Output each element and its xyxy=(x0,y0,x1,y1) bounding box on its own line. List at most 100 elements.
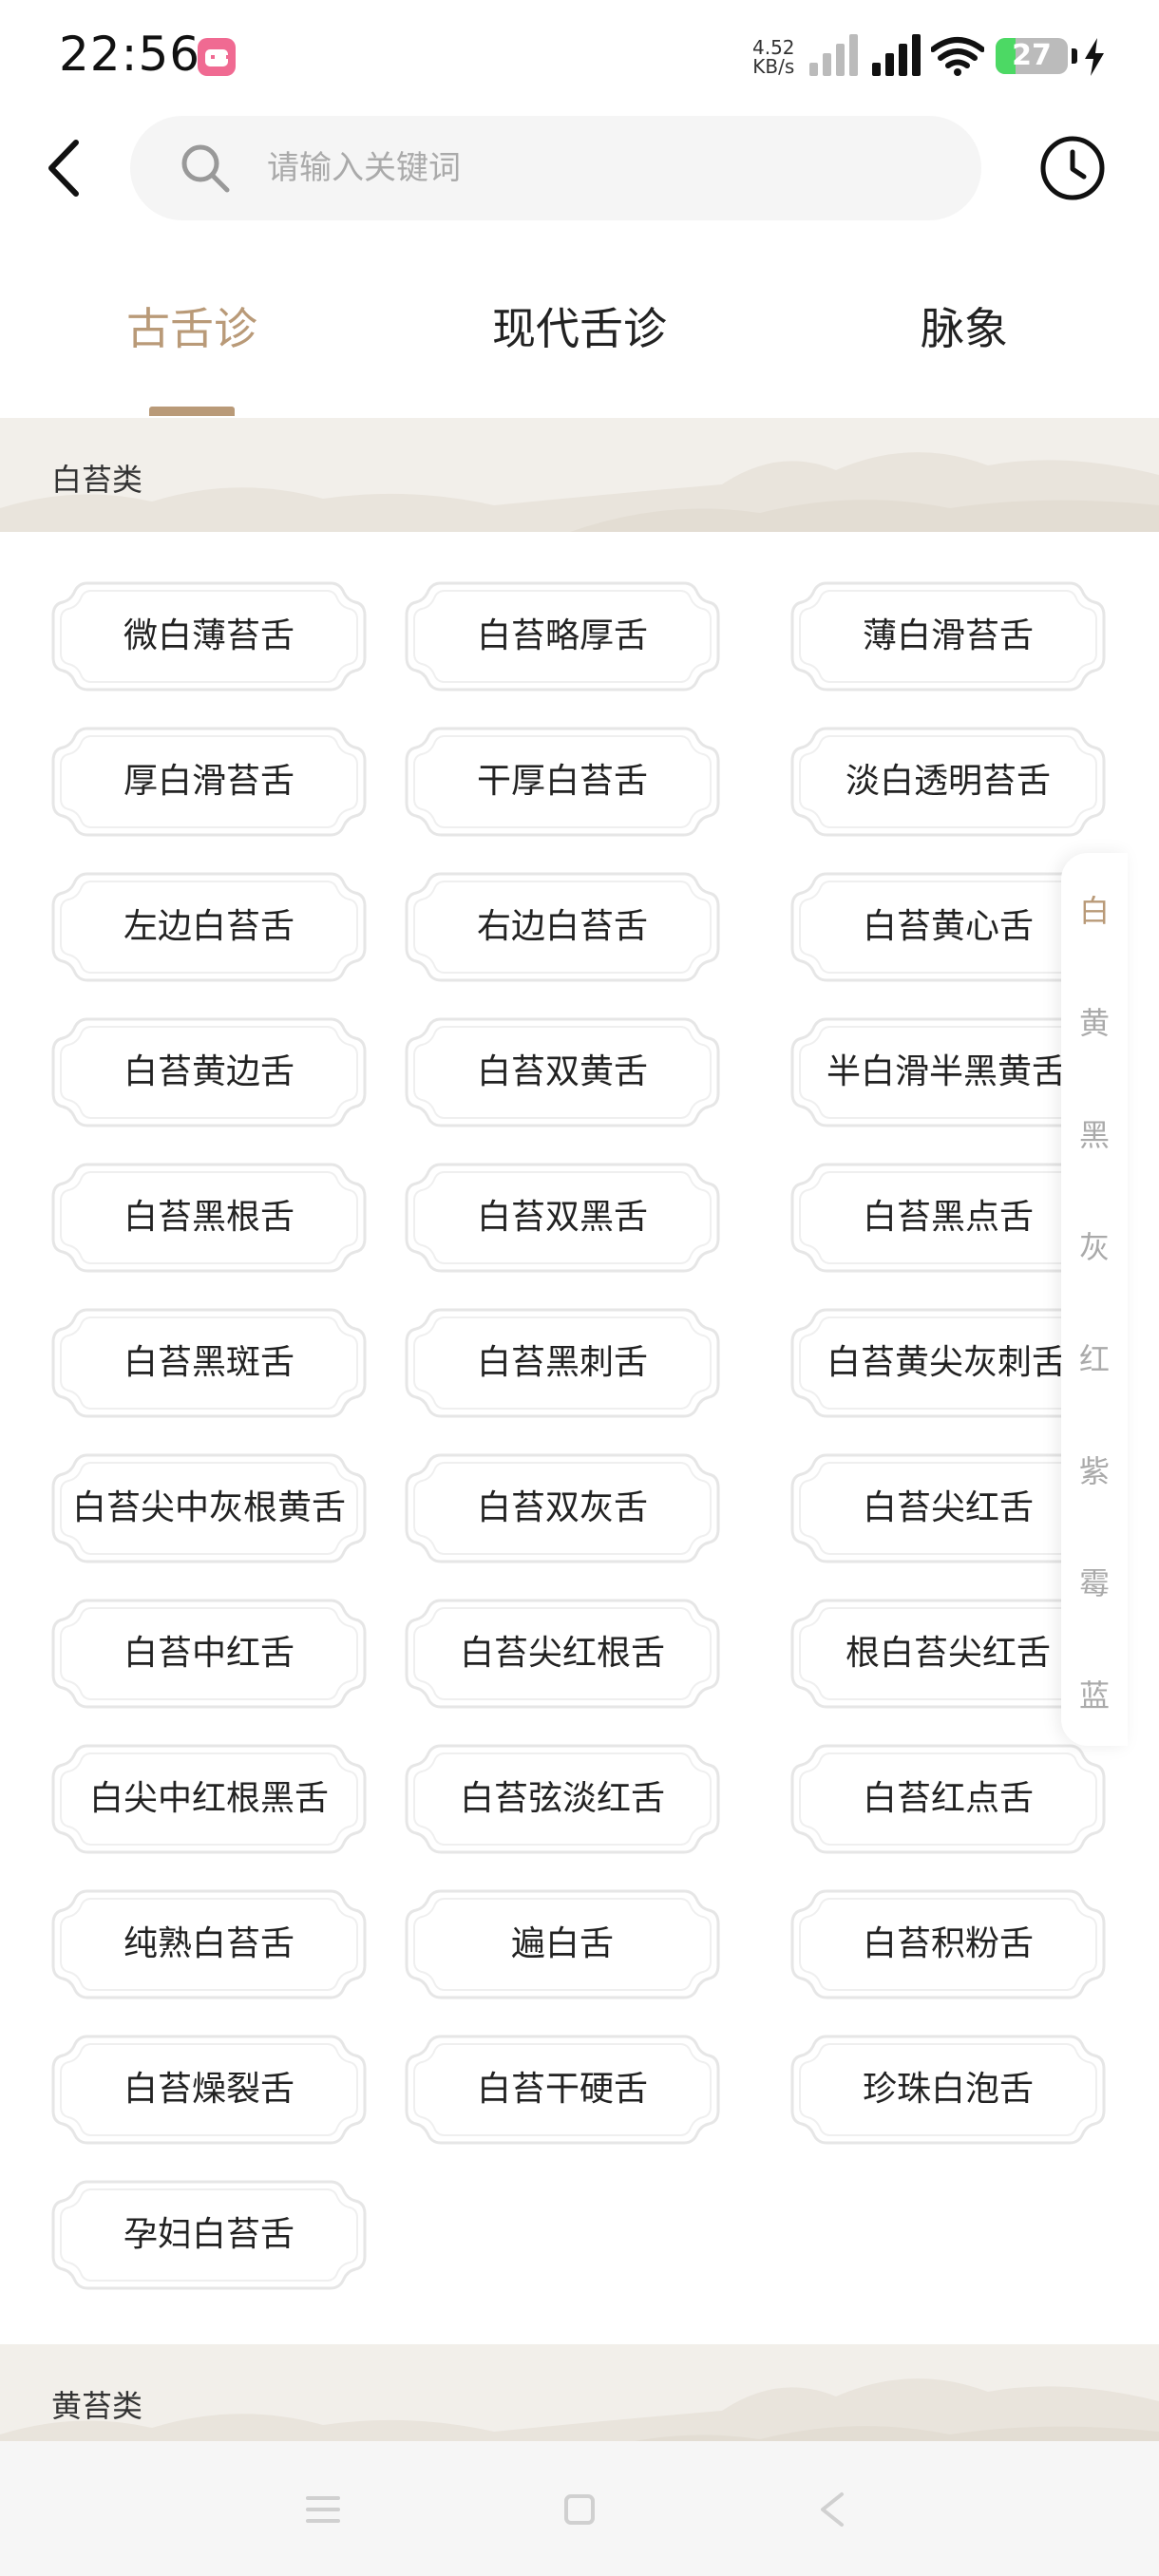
search-box[interactable] xyxy=(130,116,981,220)
status-time: 22:56 xyxy=(59,27,201,82)
tag-item[interactable]: 左边白苔舌 xyxy=(49,870,369,984)
tag-label: 薄白滑苔舌 xyxy=(862,616,1034,655)
battery-level: 27 xyxy=(1012,39,1052,72)
index-item-blue[interactable]: 蓝 xyxy=(1061,1672,1128,1715)
tag-label: 白苔积粉舌 xyxy=(862,1924,1034,1963)
battery-icon: 27 xyxy=(996,38,1068,74)
battery-cap xyxy=(1072,48,1077,64)
tag-item[interactable]: 白苔双灰舌 xyxy=(403,1451,722,1565)
tag-label: 白苔干硬舌 xyxy=(476,2070,648,2109)
net-speed-unit: KB/s xyxy=(752,55,795,78)
tag-item[interactable]: 白苔略厚舌 xyxy=(403,579,722,693)
tag-label: 珍珠白泡舌 xyxy=(862,2070,1034,2109)
tag-item[interactable]: 白苔干硬舌 xyxy=(403,2033,722,2147)
index-item-purple[interactable]: 紫 xyxy=(1061,1448,1128,1491)
tag-label: 白尖中红根黑舌 xyxy=(88,1779,329,1818)
search-input[interactable] xyxy=(267,116,932,220)
tag-item[interactable]: 珍珠白泡舌 xyxy=(788,2033,1108,2147)
tag-item[interactable]: 白苔弦淡红舌 xyxy=(403,1742,722,1856)
tag-item[interactable]: 淡白透明苔舌 xyxy=(788,725,1108,839)
tag-label: 白苔双黑舌 xyxy=(476,1198,648,1237)
index-item-black[interactable]: 黑 xyxy=(1061,1111,1128,1155)
tag-item[interactable]: 白苔双黄舌 xyxy=(403,1015,722,1129)
tag-item[interactable]: 白苔黄心舌 xyxy=(788,870,1108,984)
tag-label: 白苔中红舌 xyxy=(123,1634,294,1673)
index-item-red[interactable]: 红 xyxy=(1061,1335,1128,1379)
tag-item[interactable]: 白苔燥裂舌 xyxy=(49,2033,369,2147)
tag-item[interactable]: 遍白舌 xyxy=(403,1887,722,2001)
tag-item[interactable]: 根白苔尖红舌 xyxy=(788,1597,1108,1711)
tag-item[interactable]: 微白薄苔舌 xyxy=(49,579,369,693)
tag-item[interactable]: 右边白苔舌 xyxy=(403,870,722,984)
back-triangle-icon[interactable] xyxy=(804,2483,861,2536)
section-header-white-coating: 白苔类 xyxy=(0,418,1159,532)
tag-item[interactable]: 白苔黑斑舌 xyxy=(49,1306,369,1420)
category-index: 白 黄 黑 灰 红 紫 霉 蓝 xyxy=(1061,853,1128,1746)
tag-item[interactable]: 白苔黄尖灰刺舌 xyxy=(788,1306,1108,1420)
net-speed: 4.52 KB/s xyxy=(752,38,795,76)
tag-item[interactable]: 白苔中红舌 xyxy=(49,1597,369,1711)
tag-item[interactable]: 白苔双黑舌 xyxy=(403,1161,722,1275)
index-item-white[interactable]: 白 xyxy=(1061,887,1128,931)
tag-label: 左边白苔舌 xyxy=(123,907,294,946)
tab-pulse[interactable]: 脉象 xyxy=(822,294,1107,357)
status-bar: 22:56 4.52 KB/s 27 xyxy=(0,0,1159,114)
tab-ancient-tongue[interactable]: 古舌诊 xyxy=(49,294,334,357)
tag-label: 白苔黑刺舌 xyxy=(476,1343,648,1382)
tag-item[interactable]: 白苔尖红舌 xyxy=(788,1451,1108,1565)
tag-label: 白苔尖红根舌 xyxy=(459,1634,665,1673)
tag-label: 白苔黄尖灰刺舌 xyxy=(826,1343,1067,1382)
tag-item[interactable]: 薄白滑苔舌 xyxy=(788,579,1108,693)
home-square-icon[interactable] xyxy=(551,2483,608,2536)
tag-label: 孕妇白苔舌 xyxy=(123,2215,294,2254)
chevron-left-icon[interactable] xyxy=(38,135,95,201)
tag-label: 半白滑半黑黄舌 xyxy=(826,1052,1067,1091)
tag-item[interactable]: 纯熟白苔舌 xyxy=(49,1887,369,2001)
net-speed-value: 4.52 xyxy=(752,36,795,59)
tab-bar: 古舌诊 现代舌诊 脉象 xyxy=(0,266,1159,418)
tag-label: 纯熟白苔舌 xyxy=(123,1924,294,1963)
tag-label: 白苔黑点舌 xyxy=(862,1198,1034,1237)
clock-icon[interactable] xyxy=(1039,135,1106,201)
section-title: 黄苔类 xyxy=(51,2388,143,2424)
tag-item[interactable]: 白苔黑刺舌 xyxy=(403,1306,722,1420)
app-notification-icon xyxy=(198,38,236,76)
tag-label: 白苔燥裂舌 xyxy=(123,2070,294,2109)
tag-label: 微白薄苔舌 xyxy=(123,616,294,655)
tag-item[interactable]: 白苔尖红根舌 xyxy=(403,1597,722,1711)
menu-icon[interactable] xyxy=(294,2483,352,2536)
tag-label: 厚白滑苔舌 xyxy=(123,762,294,801)
tag-label: 白苔尖红舌 xyxy=(862,1488,1034,1527)
search-icon xyxy=(181,144,230,193)
index-item-mold[interactable]: 霉 xyxy=(1061,1560,1128,1603)
index-item-yellow[interactable]: 黄 xyxy=(1061,999,1128,1043)
tag-item[interactable]: 白苔黑点舌 xyxy=(788,1161,1108,1275)
tag-item[interactable]: 白苔红点舌 xyxy=(788,1742,1108,1856)
tag-label: 白苔黄心舌 xyxy=(862,907,1034,946)
tag-item[interactable]: 白苔黑根舌 xyxy=(49,1161,369,1275)
signal-weak-icon xyxy=(809,34,870,76)
tag-item[interactable]: 厚白滑苔舌 xyxy=(49,725,369,839)
system-nav-bar xyxy=(0,2441,1159,2576)
tag-item[interactable]: 干厚白苔舌 xyxy=(403,725,722,839)
tag-label: 根白苔尖红舌 xyxy=(845,1634,1051,1673)
header xyxy=(0,114,1159,223)
tag-label: 白苔双灰舌 xyxy=(476,1488,648,1527)
tag-label: 遍白舌 xyxy=(510,1924,614,1963)
tag-item[interactable]: 半白滑半黑黄舌 xyxy=(788,1015,1108,1129)
index-item-gray[interactable]: 灰 xyxy=(1061,1223,1128,1267)
section-title: 白苔类 xyxy=(51,462,143,498)
tag-label: 白苔双黄舌 xyxy=(476,1052,648,1091)
tag-item[interactable]: 孕妇白苔舌 xyxy=(49,2178,369,2292)
tag-label: 白苔红点舌 xyxy=(862,1779,1034,1818)
signal-strong-icon xyxy=(872,34,933,76)
tab-modern-tongue[interactable]: 现代舌诊 xyxy=(437,294,722,357)
tag-label: 右边白苔舌 xyxy=(476,907,648,946)
tag-item[interactable]: 白苔尖中灰根黄舌 xyxy=(49,1451,369,1565)
tag-item[interactable]: 白苔黄边舌 xyxy=(49,1015,369,1129)
tag-item[interactable]: 白苔积粉舌 xyxy=(788,1887,1108,2001)
tag-label: 白苔尖中灰根黄舌 xyxy=(71,1488,346,1527)
tag-item[interactable]: 白尖中红根黑舌 xyxy=(49,1742,369,1856)
tab-active-indicator xyxy=(149,407,235,416)
tag-label: 白苔略厚舌 xyxy=(476,616,648,655)
